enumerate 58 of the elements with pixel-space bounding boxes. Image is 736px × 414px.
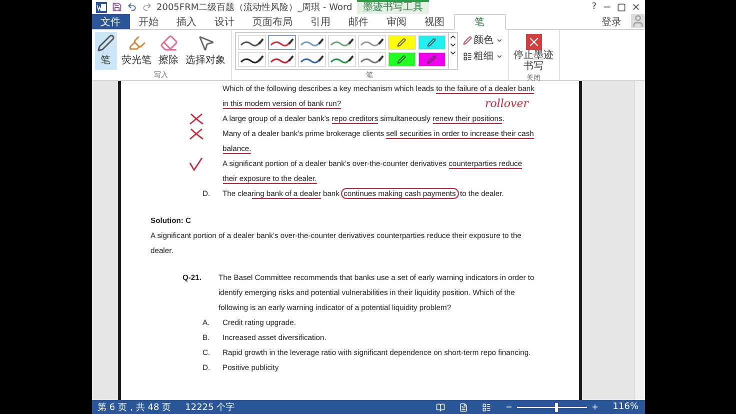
restore-icon[interactable] — [616, 2, 626, 12]
pen-stroke-icon — [330, 54, 354, 64]
contextual-tab-title: 墨迹书写工具 — [357, 0, 430, 14]
zoom-in-icon[interactable] — [590, 403, 599, 411]
pen-stroke-icon — [330, 38, 354, 48]
pen-stroke-icon — [300, 38, 324, 48]
caret-icon — [496, 36, 502, 44]
highlighter-icon — [128, 34, 146, 52]
caret-icon — [496, 52, 502, 60]
print-layout-icon[interactable] — [458, 402, 468, 412]
ribbon-tab[interactable]: 插入 — [168, 14, 206, 29]
help-button[interactable]: ? — [592, 2, 596, 12]
ink-tool-button[interactable]: 荧光笔 — [120, 32, 154, 70]
page-count: 第 6 页，共 48 页 — [98, 402, 172, 414]
ribbon-tab[interactable]: 文件 — [92, 14, 130, 29]
undo-icon[interactable] — [126, 2, 136, 12]
expand-gallery-icon[interactable] — [448, 49, 456, 57]
eraser-icon — [160, 34, 178, 52]
pen-icon — [462, 36, 472, 44]
read-mode-icon[interactable] — [436, 402, 445, 412]
save-icon[interactable] — [112, 2, 122, 12]
pen-stroke-icon — [270, 38, 294, 48]
handwritten-note: rollover — [484, 97, 528, 110]
pen-stroke-icon — [240, 38, 264, 48]
sign-in-link[interactable]: 登录 — [592, 14, 630, 29]
ink-tool-button[interactable]: 笔 — [94, 32, 116, 70]
redo-icon[interactable] — [142, 2, 152, 12]
pen-stroke-icon — [300, 54, 324, 64]
color-dropdown[interactable]: 颜色 — [460, 32, 504, 48]
pen-stroke-icon — [360, 38, 384, 48]
ink-tool-button[interactable]: 选择对象 — [184, 32, 228, 70]
ribbon-tab[interactable]: 开始 — [130, 14, 168, 29]
window-title: 2005FRM二级百题（流动性风险）_周琪 - Word — [156, 2, 352, 14]
word-count: 12225 个字 — [185, 402, 235, 414]
pen-stroke-icon — [240, 54, 264, 64]
weight-dropdown[interactable]: 粗细 — [460, 48, 504, 64]
ribbon-tab[interactable]: 设计 — [206, 14, 244, 29]
scroll-down-icon[interactable] — [448, 41, 456, 49]
zoom-thumb[interactable] — [555, 402, 558, 412]
line-weight-icon — [462, 52, 472, 60]
ribbon-tab[interactable]: 审阅 — [378, 14, 416, 29]
ribbon-tab[interactable]: 笔 — [454, 14, 506, 30]
ribbon-tab[interactable]: 视图 — [416, 14, 454, 29]
stop-inking-button[interactable]: 停止墨迹书写 — [512, 32, 556, 74]
web-layout-icon[interactable] — [482, 402, 491, 412]
pen-swatch[interactable] — [268, 35, 296, 50]
ribbon-tab[interactable]: 邮件 — [340, 14, 378, 29]
ink-tool-button[interactable]: 擦除 — [156, 32, 180, 70]
close-icon — [526, 34, 542, 50]
zoom-percent: 116% — [612, 402, 638, 412]
close-icon[interactable] — [630, 2, 640, 12]
scroll-up-icon[interactable] — [448, 33, 456, 41]
ribbon-tab[interactable]: 引用 — [302, 14, 340, 29]
pen-icon — [96, 34, 114, 52]
pen-stroke-icon — [270, 54, 294, 64]
pen-stroke-icon — [360, 54, 384, 64]
ribbon-tab[interactable]: 页面布局 — [244, 14, 302, 29]
pointer-icon — [196, 34, 214, 52]
